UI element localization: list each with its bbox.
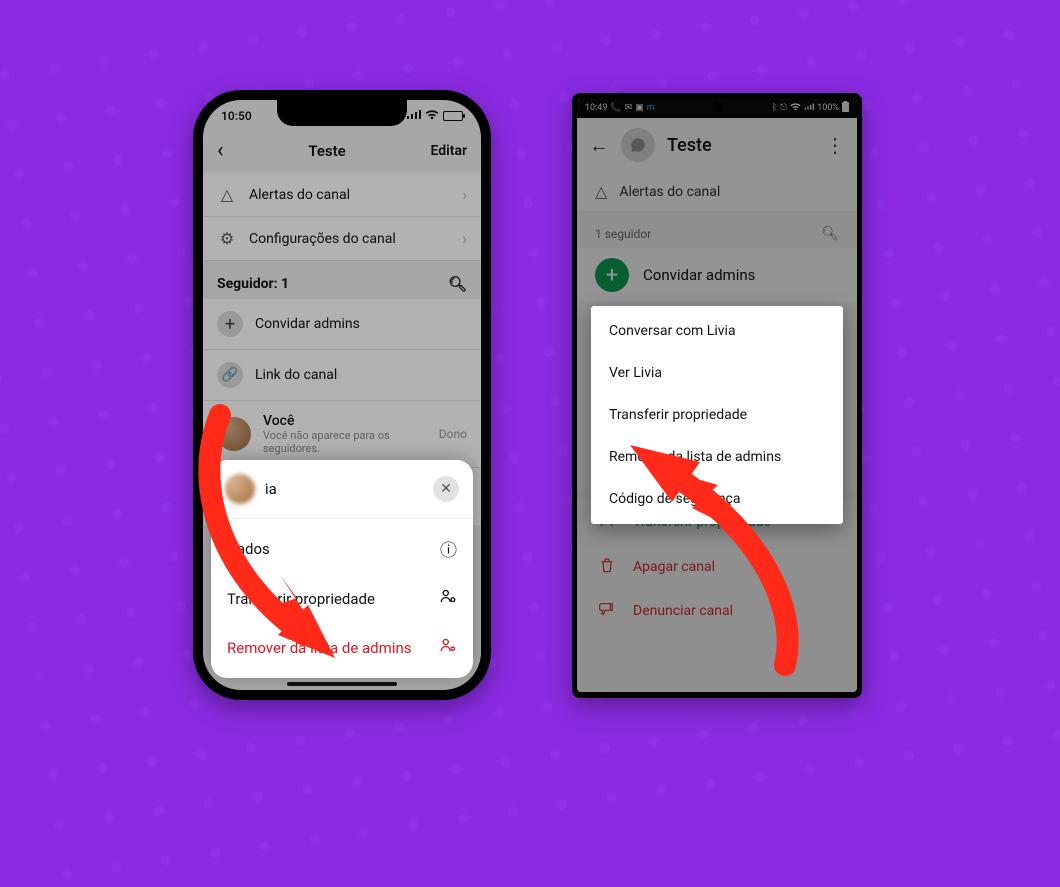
row-label: Dados bbox=[227, 540, 270, 558]
android-screen: 10:49 📞 ✉ ▣ m ᛒ ⎋ 100% bbox=[577, 98, 857, 692]
menu-chat-with[interactable]: Conversar com Livia bbox=[591, 310, 843, 352]
row-label: Remover da lista de admins bbox=[227, 639, 411, 657]
member-action-sheet: ia ✕ Dados ⓘ Transferir propriedade Remo… bbox=[211, 460, 473, 678]
row-label: Transferir propriedade bbox=[227, 590, 375, 608]
menu-view-profile[interactable]: Ver Livia bbox=[591, 352, 843, 394]
person-remove-icon bbox=[439, 636, 457, 659]
avatar bbox=[225, 474, 255, 504]
menu-security-code[interactable]: Código de segurança bbox=[591, 478, 843, 520]
divider bbox=[211, 518, 473, 519]
menu-remove-admin[interactable]: Remover da lista de admins bbox=[591, 436, 843, 478]
close-icon[interactable]: ✕ bbox=[433, 476, 459, 502]
member-context-menu: Conversar com Livia Ver Livia Transferir… bbox=[591, 306, 843, 524]
menu-transfer-ownership[interactable]: Transferir propriedade bbox=[591, 394, 843, 436]
iphone-screen: 10:50 ‹ Teste Editar △ Alertas do canal … bbox=[203, 100, 481, 690]
sheet-remove-admin-row[interactable]: Remover da lista de admins bbox=[211, 623, 473, 672]
info-icon: ⓘ bbox=[440, 536, 457, 561]
android-device-frame: 10:49 📞 ✉ ▣ m ᛒ ⎋ 100% bbox=[572, 93, 862, 698]
sheet-header: ia ✕ bbox=[211, 464, 473, 514]
camera-cutout bbox=[712, 102, 722, 112]
home-indicator[interactable] bbox=[287, 682, 397, 686]
sheet-transfer-row[interactable]: Transferir propriedade bbox=[211, 574, 473, 623]
iphone-notch bbox=[277, 100, 407, 126]
iphone-device-frame: 10:50 ‹ Teste Editar △ Alertas do canal … bbox=[193, 90, 491, 700]
sheet-member-name: ia bbox=[265, 480, 277, 498]
background-pattern bbox=[0, 0, 1060, 795]
sheet-data-row[interactable]: Dados ⓘ bbox=[211, 523, 473, 574]
person-transfer-icon bbox=[439, 587, 457, 610]
